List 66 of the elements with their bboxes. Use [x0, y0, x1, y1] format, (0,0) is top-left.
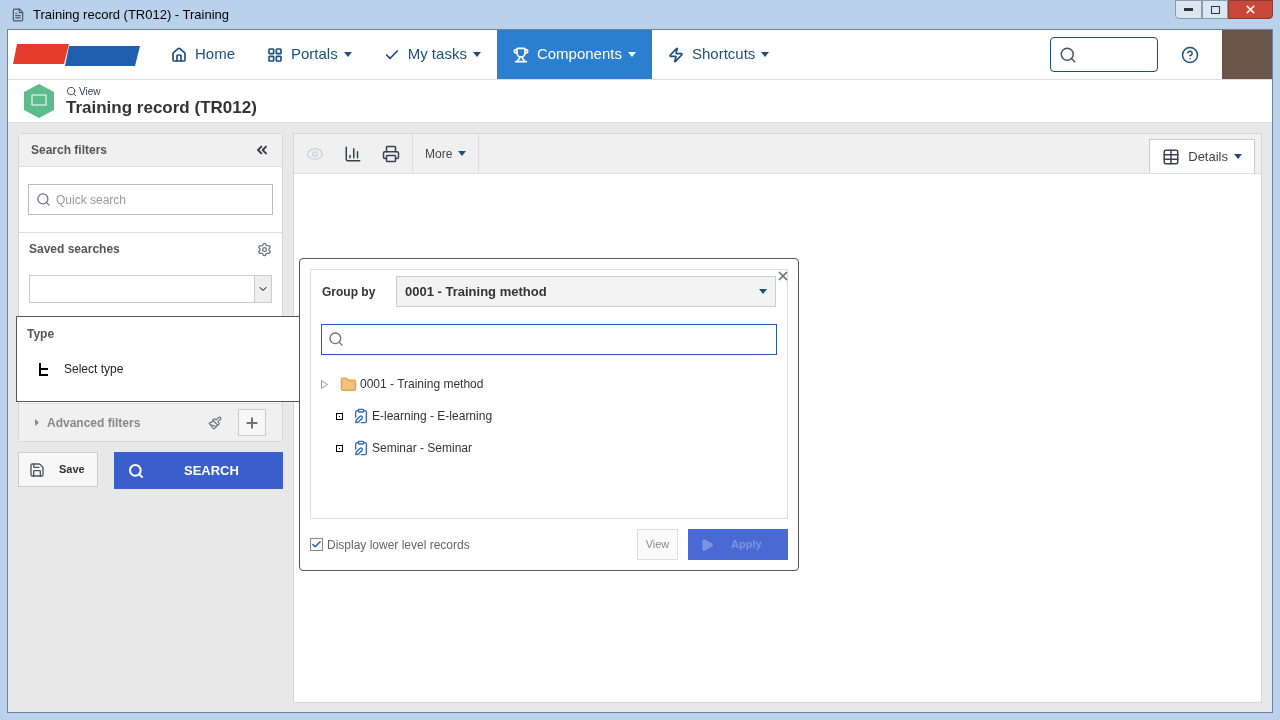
node-square-icon [336, 444, 343, 452]
minimize-button[interactable] [1175, 0, 1202, 19]
caret-right-icon [35, 419, 39, 426]
chart-icon[interactable] [344, 144, 362, 163]
caret-icon [458, 151, 467, 156]
table-icon [1162, 147, 1181, 166]
panel-title: Search filters [31, 142, 108, 159]
page-title: Training record (TR012) [66, 99, 257, 116]
group-by-label: Group by [322, 283, 376, 301]
close-icon [1244, 3, 1257, 16]
help-icon[interactable] [1181, 45, 1199, 64]
clipboard-edit-icon [353, 408, 369, 424]
maximize-button[interactable] [1202, 0, 1228, 19]
checkbox-label: Display lower level records [327, 536, 470, 554]
search-icon [1059, 45, 1077, 64]
tree-search-field[interactable] [321, 324, 777, 355]
nav-icon [512, 46, 529, 63]
close-icon[interactable] [776, 269, 790, 283]
nav-item[interactable]: Portals [251, 30, 368, 79]
view-label: View [79, 86, 101, 97]
nav-item[interactable]: Components [496, 30, 652, 79]
settings-icon[interactable] [257, 241, 272, 257]
plus-icon [244, 414, 260, 431]
quick-search-field[interactable]: Quick search [28, 184, 273, 215]
expand-arrow-icon[interactable] [321, 379, 328, 389]
search-icon [66, 86, 77, 97]
nav-item[interactable]: Home [155, 30, 251, 79]
save-button[interactable]: Save [18, 452, 98, 487]
document-icon [11, 7, 25, 22]
checkbox[interactable] [310, 538, 323, 551]
add-filter-button[interactable] [238, 409, 266, 436]
maximize-icon [1210, 5, 1220, 14]
minimize-icon [1184, 8, 1193, 11]
search-field[interactable] [1050, 37, 1158, 72]
play-icon [700, 537, 714, 552]
nav-icon [267, 46, 283, 63]
more-button[interactable]: More [413, 134, 480, 173]
tree-item[interactable]: 0001 - Training method [360, 375, 484, 393]
nav-item[interactable]: My tasks [367, 30, 497, 79]
group-by-dropdown[interactable]: 0001 - Training method [396, 276, 776, 307]
print-icon[interactable] [382, 144, 400, 163]
tree-item[interactable]: Seminar - Seminar [372, 439, 473, 457]
search-icon [36, 192, 51, 207]
search-button[interactable]: SEARCH [114, 452, 283, 489]
caret-icon [759, 289, 767, 294]
hierarchy-icon [38, 361, 50, 377]
check-icon [311, 539, 322, 550]
clipboard-edit-icon [353, 440, 369, 456]
brush-icon[interactable] [208, 415, 222, 430]
nav-item[interactable]: Shortcuts [651, 30, 786, 79]
caret-icon [1234, 154, 1242, 159]
search-icon [328, 331, 344, 347]
search-icon [128, 462, 144, 479]
folder-icon [340, 375, 357, 393]
details-tab[interactable]: Details [1149, 139, 1255, 173]
save-icon [29, 461, 45, 478]
nav-icon [171, 46, 187, 63]
window-title: Training record (TR012) - Training [33, 5, 230, 24]
section-label: Saved searches [29, 241, 120, 258]
tree-item[interactable]: E-learning - E-learning [372, 407, 493, 425]
select-type-link[interactable]: Select type [64, 360, 124, 378]
node-square-icon [336, 412, 343, 420]
type-label: Type [27, 326, 56, 343]
close-button[interactable] [1228, 0, 1273, 19]
nav-icon [667, 46, 684, 63]
certificate-icon [24, 84, 54, 118]
